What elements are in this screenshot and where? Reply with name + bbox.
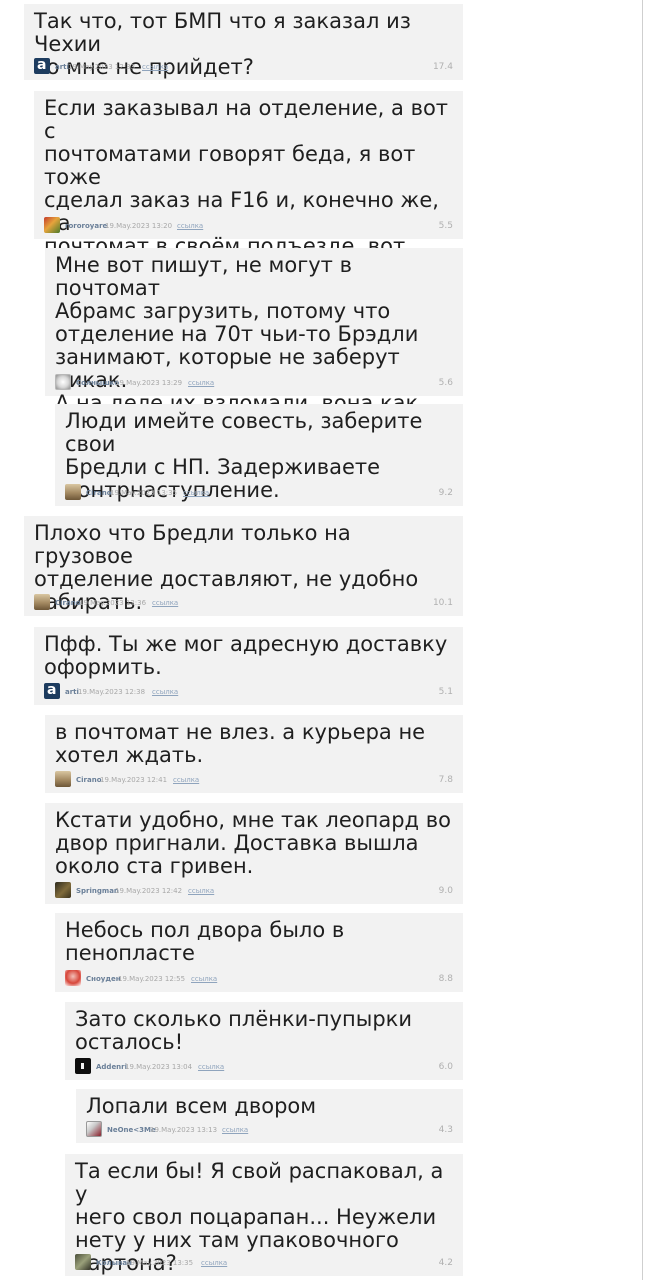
- comment: Лопали всем двором NeOne<3Me 19.May.2023…: [76, 1089, 463, 1143]
- comment-date: 19.May.2023 13:13: [150, 1126, 218, 1134]
- comment-text: Зато сколько плёнки-пупырки осталось!: [75, 1007, 413, 1054]
- author-link[interactable]: NeOne<3Me: [107, 1126, 156, 1134]
- comment-meta: Springman 19.May.2023 12:42 ссылка 9.0: [55, 882, 453, 900]
- comment-rating: 17.4: [432, 62, 453, 72]
- comment-rating: 5.5: [438, 221, 453, 231]
- permalink[interactable]: ссылка: [188, 887, 214, 895]
- cirano-avatar[interactable]: [65, 484, 81, 500]
- permalink[interactable]: ссылка: [152, 688, 178, 696]
- comment-date: 19.May.2023 12:36: [79, 599, 147, 607]
- comment-date: 19.May.2023 12:38: [78, 688, 146, 696]
- comment-rating: 8.8: [438, 974, 453, 984]
- colorful-avatar[interactable]: [44, 217, 60, 233]
- comment-meta: Сноуден 19.May.2023 12:55 ссылка 8.8: [65, 970, 453, 988]
- comment: Кстати удобно, мне так леопард во двор п…: [45, 803, 463, 904]
- comment-text: Лопали всем двором: [86, 1094, 317, 1118]
- sun-avatar[interactable]: [55, 374, 71, 390]
- cirano-avatar[interactable]: [34, 594, 50, 610]
- a-logo-avatar[interactable]: [34, 58, 50, 74]
- comment-rating: 10.1: [432, 598, 453, 608]
- author-link[interactable]: Сноуден: [86, 975, 121, 983]
- comment-meta: Addenri 19.May.2023 13:04 ссылка 6.0: [75, 1058, 453, 1076]
- comment: Люди имейте совесть, заберите свои Бредл…: [55, 404, 463, 506]
- comment-meta: rororoyare 19.May.2023 13:20 ссылка 5.5: [44, 217, 453, 235]
- permalink[interactable]: ссылка: [222, 1126, 248, 1134]
- comment-meta: Cirano 19.May.2023 12:41 ссылка 7.8: [55, 771, 453, 789]
- comment-rating: 4.2: [438, 1258, 453, 1268]
- comment-text: в почтомат не влез. а курьера не хотел ж…: [55, 720, 426, 767]
- comment-rating: 9.0: [438, 886, 453, 896]
- comment-date: 19.May.2023 12:33: [68, 63, 136, 71]
- comment-text: Небось пол двора было в пенопласте: [65, 918, 345, 965]
- author-link[interactable]: Cirano: [55, 599, 81, 607]
- comment-rating: 5.1: [438, 687, 453, 697]
- comment: Мне вот пишут, не могут в почтомат Абрам…: [45, 248, 463, 415]
- addenri-avatar[interactable]: [75, 1058, 91, 1074]
- neone-avatar[interactable]: [86, 1121, 102, 1137]
- permalink[interactable]: ссылка: [183, 489, 209, 497]
- comment-meta: Колыван 19.May.2023 13:35 ссылка 4.2: [75, 1254, 453, 1272]
- permalink[interactable]: ссылка: [188, 379, 214, 387]
- comment: Зато сколько плёнки-пупырки осталось! Ad…: [65, 1002, 463, 1080]
- comment: Та если бы! Я свой распаковал, а у него …: [65, 1154, 463, 1276]
- comment-text: Пфф. Ты же мог адресную доставку оформит…: [44, 632, 448, 679]
- comment: в почтомат не влез. а курьера не хотел ж…: [45, 715, 463, 793]
- comment-meta: Cirano 19.May.2023 13:35 ссылка 9.2: [65, 484, 453, 502]
- author-link[interactable]: Солнышко: [76, 379, 119, 387]
- permalink[interactable]: ссылка: [142, 63, 168, 71]
- comment-rating: 7.8: [438, 775, 453, 785]
- comment-meta: Солнышко 19.May.2023 13:29 ссылка 5.6: [55, 374, 453, 392]
- comment-text: Кстати удобно, мне так леопард во двор п…: [55, 808, 451, 878]
- comment: Если заказывал на отделение, а вот с поч…: [34, 91, 463, 304]
- permalink[interactable]: ссылка: [152, 599, 178, 607]
- comment-date: 19.May.2023 12:42: [115, 887, 183, 895]
- comment: Пфф. Ты же мог адресную доставку оформит…: [34, 627, 463, 705]
- a-logo-avatar[interactable]: [44, 683, 60, 699]
- comment-date: 19.May.2023 13:04: [125, 1063, 193, 1071]
- comment-meta: Cirano 19.May.2023 12:36 ссылка 10.1: [34, 594, 453, 612]
- comment-rating: 9.2: [438, 488, 453, 498]
- comment-date: 19.May.2023 13:20: [105, 222, 173, 230]
- comment-date: 19.May.2023 13:35: [126, 1259, 194, 1267]
- permalink[interactable]: ссылка: [177, 222, 203, 230]
- comment-rating: 6.0: [438, 1062, 453, 1072]
- author-link[interactable]: arti: [65, 688, 79, 696]
- permalink[interactable]: ссылка: [201, 1259, 227, 1267]
- comment-date: 19.May.2023 12:41: [100, 776, 168, 784]
- author-link[interactable]: Cirano: [86, 489, 112, 497]
- springman-avatar[interactable]: [55, 882, 71, 898]
- comment: Так что, тот БМП что я заказал из Чехии …: [24, 4, 463, 80]
- comment-rating: 5.6: [438, 378, 453, 388]
- cirano-avatar[interactable]: [55, 771, 71, 787]
- author-link[interactable]: Cirano: [76, 776, 102, 784]
- comment-date: 19.May.2023 13:29: [115, 379, 183, 387]
- comment-date: 19.May.2023 13:35: [110, 489, 178, 497]
- author-link[interactable]: rororoyare: [65, 222, 107, 230]
- page-right-border: [642, 0, 643, 1280]
- permalink[interactable]: ссылка: [198, 1063, 224, 1071]
- permalink[interactable]: ссылка: [191, 975, 217, 983]
- author-link[interactable]: Addenri: [96, 1063, 127, 1071]
- comment: Небось пол двора было в пенопласте Сноуд…: [55, 913, 463, 992]
- comment-meta: arti 19.May.2023 12:33 ссылка 17.4: [34, 58, 453, 76]
- author-link[interactable]: arti: [55, 63, 69, 71]
- permalink[interactable]: ссылка: [173, 776, 199, 784]
- snowden-avatar[interactable]: [65, 970, 81, 986]
- comment-meta: NeOne<3Me 19.May.2023 13:13 ссылка 4.3: [86, 1121, 453, 1139]
- comment-rating: 4.3: [438, 1125, 453, 1135]
- comment-date: 19.May.2023 12:55: [118, 975, 186, 983]
- author-link[interactable]: Springman: [76, 887, 119, 895]
- kolyvan-avatar[interactable]: [75, 1254, 91, 1270]
- comment-meta: arti 19.May.2023 12:38 ссылка 5.1: [44, 683, 453, 701]
- comment: Плохо что Бредли только на грузовое отде…: [24, 516, 463, 616]
